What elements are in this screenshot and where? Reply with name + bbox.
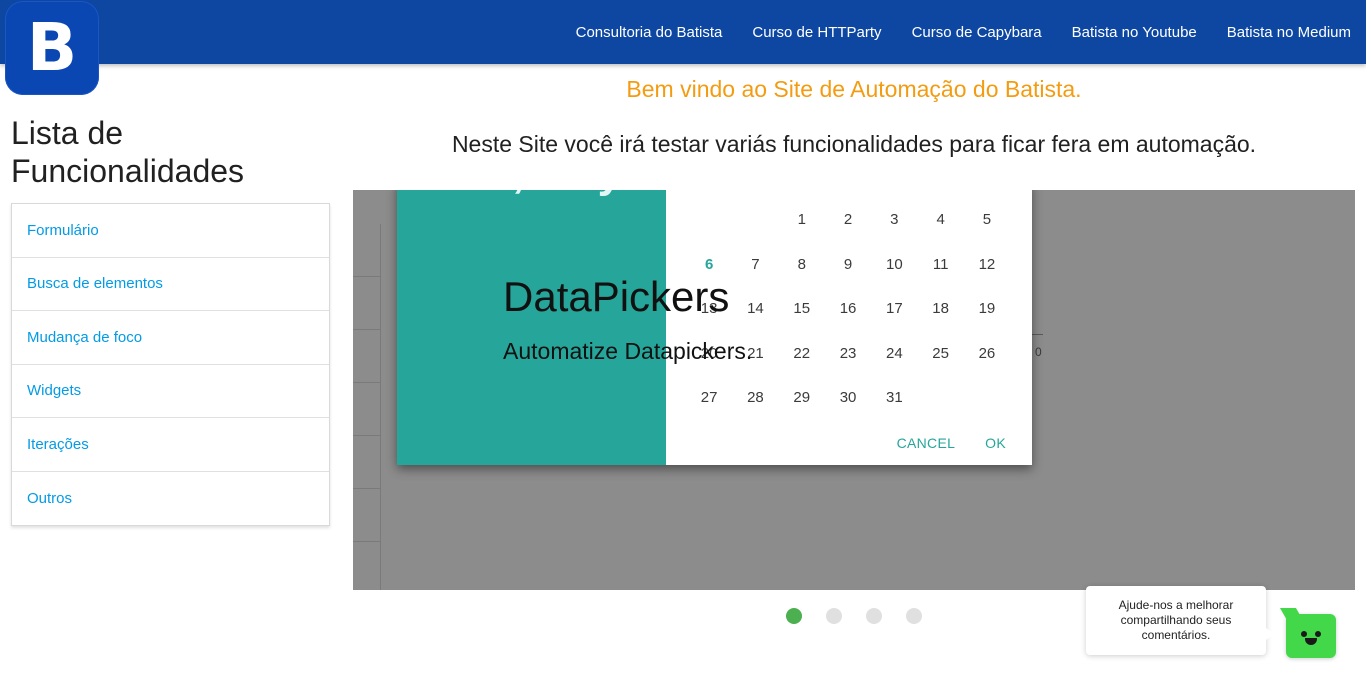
sidebar-item-widgets[interactable]: Widgets <box>12 365 329 418</box>
nav-links: Consultoria do Batista Curso de HTTParty… <box>561 0 1366 64</box>
carousel-indicator-dot[interactable] <box>826 608 842 624</box>
calendar-day: 27 <box>700 389 718 406</box>
feedback-prompt[interactable]: Ajude-nos a melhorar compartilhando seus… <box>1086 586 1274 655</box>
calendar-day <box>964 376 1010 421</box>
datepicker-ok: OK <box>985 435 1006 451</box>
calendar-day: 2 <box>843 211 853 228</box>
nav-link-consultoria[interactable]: Consultoria do Batista <box>561 24 738 41</box>
feedback-chat-button[interactable] <box>1279 608 1336 658</box>
nav-link-youtube[interactable]: Batista no Youtube <box>1057 24 1212 41</box>
calendar-day: 26 <box>978 344 996 362</box>
sidebar-item-formulario[interactable]: Formulário <box>12 204 329 258</box>
carousel-slide[interactable]: 0 Sun, May 6 123456789101112131415161718… <box>353 190 1355 590</box>
sidebar-item-outros[interactable]: Outros <box>12 472 329 526</box>
calendar-day: 8 <box>797 255 806 273</box>
calendar-day: 29 <box>793 389 811 406</box>
sidebar-item-busca-de-elementos[interactable]: Busca de elementos <box>12 258 329 311</box>
sidebar-item-iteracoes[interactable]: Iterações <box>12 418 329 472</box>
carousel-indicator-dot[interactable] <box>866 608 882 624</box>
calendar-day: 17 <box>885 300 903 317</box>
calendar-day: 12 <box>978 255 996 273</box>
calendar-day: 18 <box>932 300 949 317</box>
slide-title: DataPickers <box>503 273 730 320</box>
site-subtitle: Neste Site você irá testar variás funcio… <box>451 131 1257 157</box>
smiley-left-eye-icon <box>1301 631 1307 637</box>
calendar-day: 19 <box>978 300 996 317</box>
calendar-day: 22 <box>793 344 811 362</box>
calendar-day: 4 <box>936 211 945 228</box>
welcome-heading: Bem vindo ao Site de Automação do Batist… <box>626 76 1082 102</box>
calendar-day: 25 <box>932 344 949 362</box>
datepicker-cancel: CANCEL <box>896 435 956 451</box>
calendar-day: 28 <box>747 389 764 406</box>
datepicker-selected-date: Sun, May 6 <box>429 190 659 198</box>
nav-link-medium[interactable]: Batista no Medium <box>1212 24 1366 41</box>
calendar-day: 11 <box>932 255 949 273</box>
brand-logo[interactable]: B <box>5 1 99 95</box>
calendar-day: 16 <box>839 300 857 317</box>
calendar-day: 24 <box>885 344 903 362</box>
carousel-indicators <box>786 608 922 624</box>
slide-subtitle: Automatize Datapickers. <box>503 338 753 364</box>
calendar-day: 10 <box>885 255 903 273</box>
calendar-day: 23 <box>839 344 857 362</box>
calendar-day: 1 <box>797 211 806 228</box>
calendar-week: 1 2 3 4 5 <box>686 198 1024 243</box>
carousel-indicator-dot[interactable] <box>786 608 802 624</box>
calendar-day: 30 <box>839 389 857 406</box>
calendar-day: 5 <box>982 211 992 228</box>
calendar-day: 31 <box>885 389 903 406</box>
calendar-day: 15 <box>793 300 811 317</box>
features-list: Formulário Busca de elementos Mudança de… <box>11 203 330 526</box>
calendar-week: 27 28 29 30 31 <box>686 376 1024 421</box>
calendar-day <box>917 376 963 421</box>
datepicker-buttons: CANCEL OK <box>897 435 1006 451</box>
calendar-day <box>732 198 778 243</box>
background-value: 0 <box>1035 345 1042 359</box>
smiley-right-eye-icon <box>1315 631 1321 637</box>
logo-letter: B <box>26 9 78 86</box>
sidebar-item-mudanca-de-foco[interactable]: Mudança de foco <box>12 311 329 365</box>
slide-caption: DataPickers Automatize Datapickers. <box>503 272 752 365</box>
top-navbar: Consultoria do Batista Curso de HTTParty… <box>0 0 1366 64</box>
calendar-day: 3 <box>890 211 899 228</box>
calendar-day: 9 <box>843 255 853 273</box>
carousel-indicator-dot[interactable] <box>906 608 922 624</box>
sidebar-title: Lista de Funcionalidades <box>11 115 245 189</box>
calendar-day <box>686 198 732 243</box>
nav-link-curso-capybara[interactable]: Curso de Capybara <box>897 24 1057 41</box>
nav-link-curso-httparty[interactable]: Curso de HTTParty <box>737 24 896 41</box>
background-table <box>353 224 381 590</box>
feedback-notch <box>1279 608 1305 622</box>
smiley-mouth-icon <box>1305 638 1317 645</box>
